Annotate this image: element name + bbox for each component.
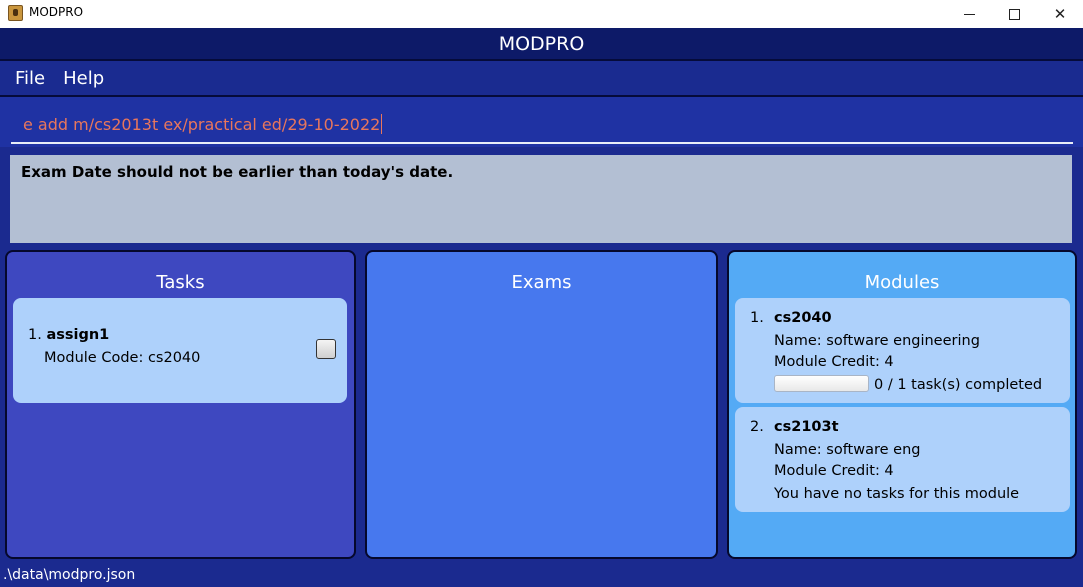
result-display: Exam Date should not be earlier than tod… <box>10 155 1072 243</box>
module-card[interactable]: 1. cs2040 Name: software engineering Mod… <box>735 298 1070 403</box>
task-index: 1. <box>28 327 42 343</box>
text-caret <box>381 114 383 134</box>
module-credit: Module Credit: 4 <box>774 463 894 479</box>
module-code: cs2040 <box>774 310 832 326</box>
module-index: 1. <box>750 310 764 326</box>
module-no-tasks-text: You have no tasks for this module <box>774 486 1020 502</box>
close-icon: ✕ <box>1053 5 1067 23</box>
task-card[interactable]: 1. assign1 Module Code: cs2040 <box>13 298 347 403</box>
module-name: Name: software engineering <box>774 333 980 349</box>
module-card[interactable]: 2. cs2103t Name: software eng Module Cre… <box>735 407 1070 512</box>
menu-help[interactable]: Help <box>63 68 104 89</box>
command-underline <box>11 142 1073 144</box>
window-titlebar: MODPRO ✕ <box>0 0 1083 28</box>
command-text: e add m/cs2013t ex/practical ed/29-10-20… <box>23 114 381 134</box>
module-name: Name: software eng <box>774 442 921 458</box>
app-header: MODPRO <box>0 28 1083 59</box>
module-progress-text: 0 / 1 task(s) completed <box>874 377 1043 393</box>
status-bar: .\data\modpro.json <box>0 562 1083 587</box>
task-done-checkbox[interactable] <box>316 339 336 359</box>
exams-panel: Exams <box>365 250 718 559</box>
minimize-button[interactable] <box>946 0 992 28</box>
menu-file[interactable]: File <box>15 68 45 89</box>
modules-panel: Modules 1. cs2040 Name: software enginee… <box>727 250 1077 559</box>
tasks-panel: Tasks 1. assign1 Module Code: cs2040 <box>5 250 356 559</box>
modules-panel-title: Modules <box>864 272 940 293</box>
result-message: Exam Date should not be earlier than tod… <box>21 163 454 181</box>
status-file-path: .\data\modpro.json <box>3 566 136 583</box>
close-button[interactable]: ✕ <box>1037 0 1083 28</box>
maximize-icon <box>1008 8 1020 20</box>
app-title: MODPRO <box>498 32 585 55</box>
maximize-button[interactable] <box>991 0 1037 28</box>
module-progress-bar <box>774 375 869 392</box>
module-credit: Module Credit: 4 <box>774 354 894 370</box>
window-title: MODPRO <box>29 5 84 19</box>
task-module-code: Module Code: cs2040 <box>44 350 201 366</box>
module-code: cs2103t <box>774 419 839 435</box>
tasks-panel-title: Tasks <box>156 272 205 293</box>
module-index: 2. <box>750 419 764 435</box>
minimize-icon <box>963 13 975 15</box>
app-icon <box>8 5 23 21</box>
menu-bar: File Help <box>0 61 1083 95</box>
exams-panel-title: Exams <box>511 272 572 293</box>
command-input[interactable]: e add m/cs2013t ex/practical ed/29-10-20… <box>23 113 1063 135</box>
task-title: 1. assign1 <box>28 327 109 343</box>
task-name: assign1 <box>46 327 110 343</box>
